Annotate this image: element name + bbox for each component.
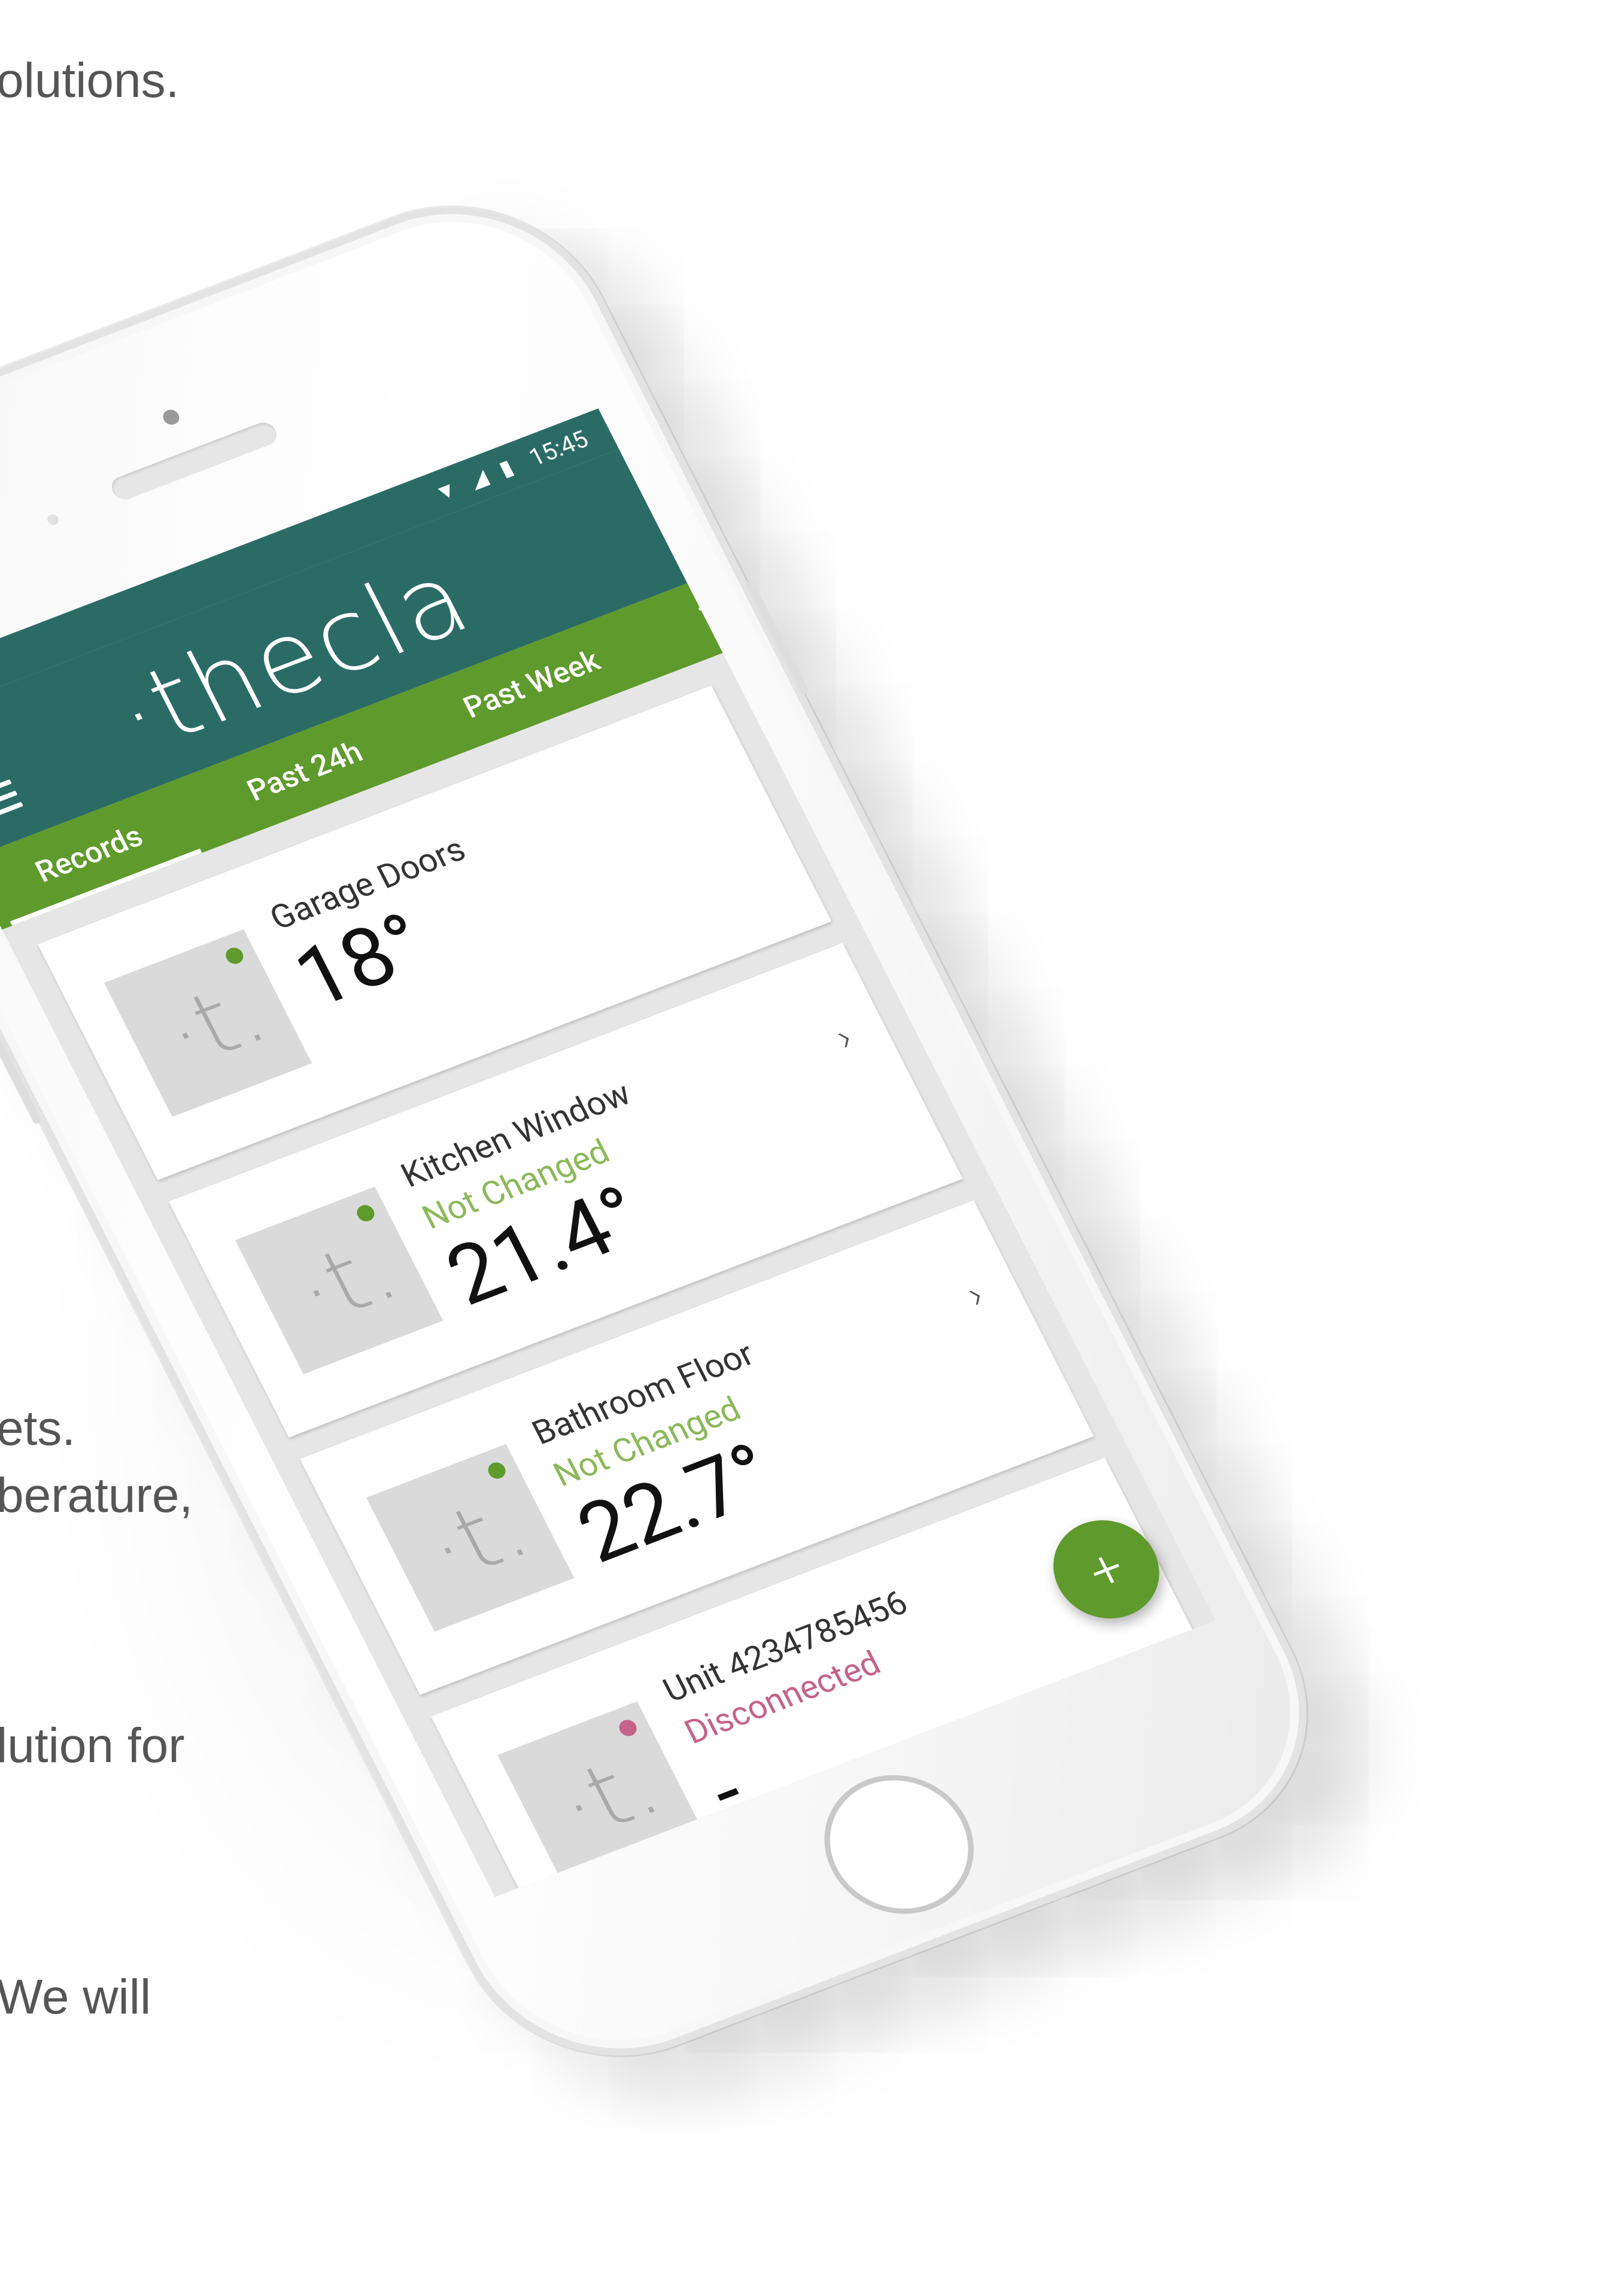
background-text-5: We will [0, 1970, 151, 2024]
device-thumbnail: ·t. [366, 1444, 575, 1632]
device-thumbnail: ·t. [497, 1701, 706, 1890]
thecla-logo-icon: ·t. [411, 1475, 545, 1602]
background-text-4: lution for [0, 1718, 185, 1773]
chevron-right-icon[interactable]: › [959, 1272, 992, 1317]
wifi-icon: ▼ [430, 476, 462, 506]
home-button[interactable] [799, 1754, 999, 1935]
chevron-right-icon[interactable]: › [828, 1015, 861, 1060]
online-indicator-icon [485, 1460, 509, 1481]
online-indicator-icon [223, 945, 247, 967]
device-thumbnail: ·t. [235, 1186, 444, 1375]
thecla-logo-icon: ·t. [148, 961, 283, 1088]
background-text-1: olutions. [0, 53, 180, 108]
thecla-logo-icon: ·t. [542, 1733, 676, 1860]
hamburger-menu-icon[interactable] [0, 779, 23, 821]
earpiece-speaker [107, 419, 281, 503]
proximity-sensor [45, 512, 61, 527]
front-camera-icon [160, 407, 183, 427]
signal-icon: ◢ [464, 464, 492, 493]
tab-this-year[interactable]: This Year [630, 518, 892, 675]
thecla-logo-icon: ·t. [280, 1218, 414, 1345]
device-thumbnail: ·t. [104, 929, 312, 1117]
page: olutions. ets. berature, lution for We w… [0, 0, 1616, 2296]
offline-indicator-icon [616, 1717, 640, 1739]
background-text-3: berature, [0, 1468, 193, 1523]
device-temperature: - [693, 1744, 760, 1841]
online-indicator-icon [354, 1202, 378, 1224]
battery-icon: ▮ [494, 454, 518, 482]
background-text-2: ets. [0, 1401, 76, 1456]
